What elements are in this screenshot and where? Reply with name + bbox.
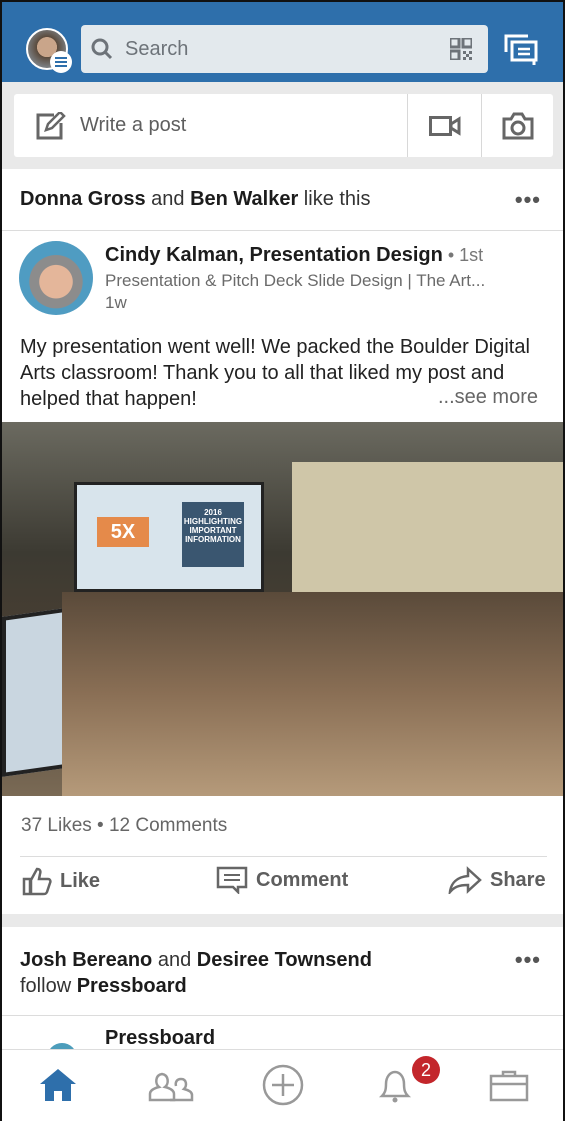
connection-degree: • 1st [442,245,484,265]
share-label: Share [490,868,546,891]
wall [292,462,563,612]
messaging-icon[interactable] [504,34,538,66]
social-text: and [145,188,191,210]
author-name[interactable]: Cindy Kalman, Presentation Design [105,244,443,266]
social-text: like this [298,188,371,210]
comment-button[interactable]: Comment [216,866,348,894]
audience [62,592,563,796]
social-context: Donna Gross and Ben Walker like this [20,188,371,211]
divider [407,94,408,157]
notification-badge: 2 [412,1056,440,1084]
post-icon[interactable] [262,1064,304,1106]
see-more-link[interactable]: ...see more [433,386,538,409]
social-context: Josh Bereano and Desiree Townsend follow … [20,947,372,999]
post-time: 1w [105,293,127,312]
company-link[interactable]: Pressboard [77,975,187,997]
follower-name[interactable]: Josh Bereano [20,949,152,971]
author-line: Cindy Kalman, Presentation Design • 1st [105,244,483,267]
divider [2,230,563,231]
share-button[interactable]: Share [448,866,546,894]
camera-icon[interactable] [502,112,534,140]
search-icon [91,38,113,60]
liker-name[interactable]: Ben Walker [190,188,298,210]
author-avatar[interactable] [19,241,93,315]
post-image[interactable]: 5X 2016 HIGHLIGHTING IMPORTANT INFORMATI… [2,422,563,796]
divider [2,1015,563,1016]
author-headline: Presentation & Pitch Deck Slide Design |… [105,271,486,290]
follower-name[interactable]: Desiree Townsend [197,949,372,971]
notifications-icon[interactable] [378,1066,412,1104]
post-composer: Write a post [14,94,553,157]
liker-name[interactable]: Donna Gross [20,188,146,210]
more-options-icon[interactable]: ••• [515,187,541,213]
social-text: and [152,949,197,971]
share-icon [448,866,482,894]
top-bar: Search [2,2,563,82]
divider [481,94,482,157]
like-label: Like [60,869,101,892]
search-input[interactable]: Search [81,25,488,73]
qr-code-icon[interactable] [450,38,472,60]
social-text: follow [20,975,77,997]
search-placeholder: Search [125,38,189,60]
feed-post: Donna Gross and Ben Walker like this •••… [2,169,563,914]
home-icon[interactable] [39,1068,77,1102]
my-network-icon[interactable] [148,1066,194,1102]
edit-icon [36,112,66,140]
feed-post: Josh Bereano and Desiree Townsend follow … [2,927,563,1073]
bottom-nav: 2 [2,1049,563,1121]
slide-text: 5X [97,517,149,547]
like-icon [22,867,52,896]
more-options-icon[interactable]: ••• [515,947,541,973]
slide-text: 2016 HIGHLIGHTING IMPORTANT INFORMATION [182,502,244,567]
menu-icon[interactable] [50,51,72,73]
comment-label: Comment [256,868,349,891]
divider [20,856,547,857]
write-post-button[interactable]: Write a post [80,114,186,137]
comment-icon [216,866,248,894]
jobs-icon[interactable] [489,1070,529,1102]
video-icon[interactable] [429,116,461,136]
company-name[interactable]: Pressboard [105,1027,215,1050]
post-stats[interactable]: 37 Likes • 12 Comments [21,815,227,837]
like-button[interactable]: Like [22,866,100,896]
